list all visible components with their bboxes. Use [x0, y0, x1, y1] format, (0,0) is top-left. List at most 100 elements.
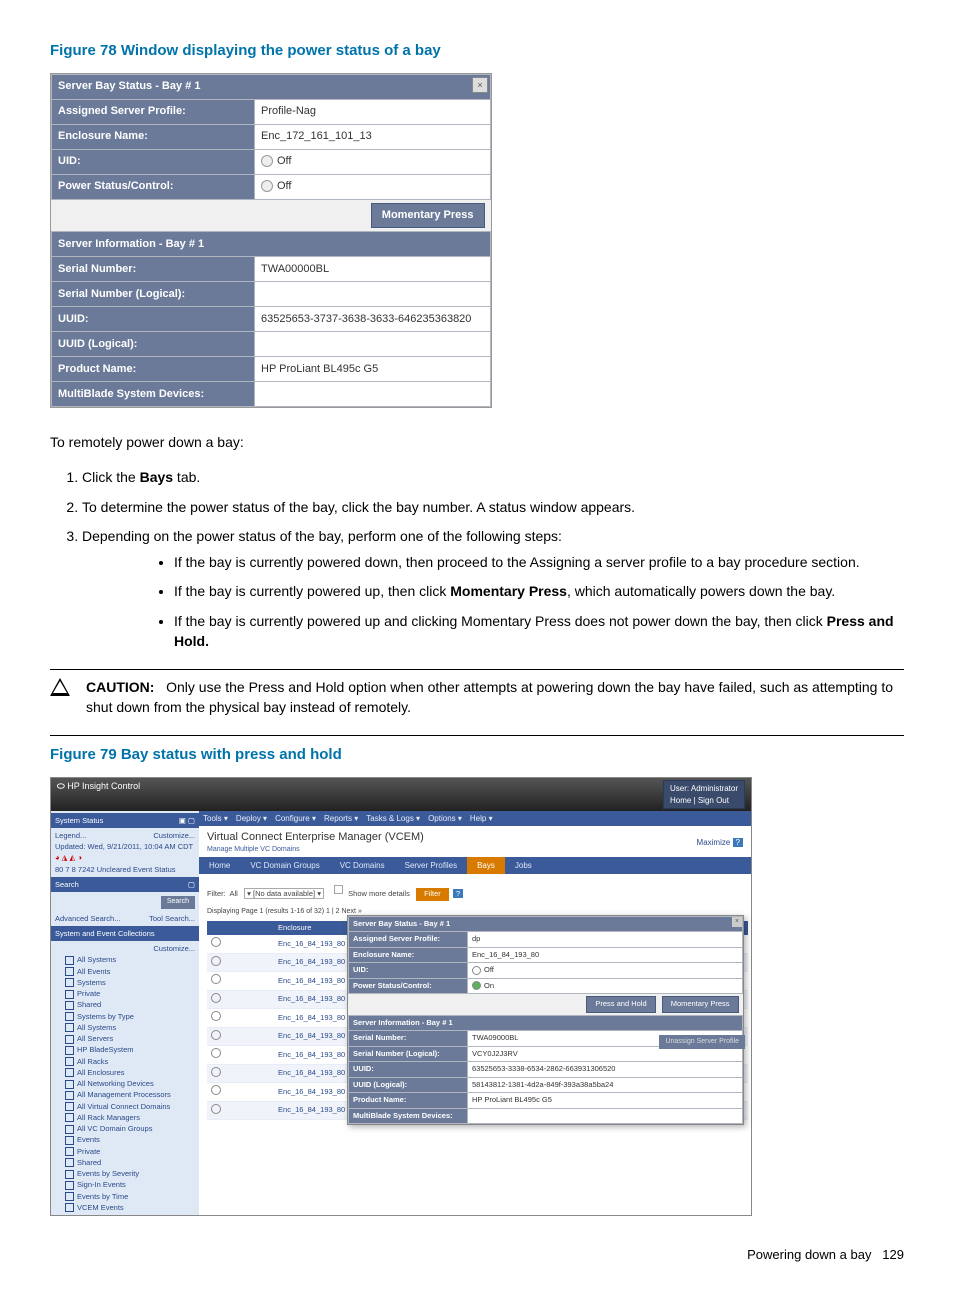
tab-server-profiles[interactable]: Server Profiles — [395, 857, 467, 874]
serial-logical-label: Serial Number (Logical): — [52, 282, 255, 307]
unassign-server-profile-button[interactable]: Unassign Server Profile — [659, 1035, 745, 1049]
filter-button[interactable]: Filter — [416, 888, 449, 901]
tab-vc-domain-groups[interactable]: VC Domain Groups — [240, 857, 329, 874]
tree-item[interactable]: Private — [55, 1146, 195, 1157]
assigned-profile-label: Assigned Server Profile: — [52, 100, 255, 125]
column-header[interactable] — [253, 921, 274, 936]
show-more-checkbox[interactable] — [334, 885, 343, 894]
menu-item[interactable]: Reports ▾ — [324, 814, 358, 823]
power-value[interactable]: Off — [255, 175, 491, 200]
tree-item[interactable]: All Systems — [55, 1022, 195, 1033]
radio-icon[interactable] — [211, 974, 221, 984]
tree-item[interactable]: HP BladeSystem — [55, 1044, 195, 1055]
radio-icon[interactable] — [211, 1067, 221, 1077]
figure-79-window: ⬭ HP Insight Control User: Administrator… — [50, 777, 752, 1216]
hp-logo-icon: ⬭ — [57, 780, 65, 793]
main-content: Tools ▾ Deploy ▾ Configure ▾ Reports ▾ Tasks… — [199, 811, 751, 1216]
menubar[interactable]: Tools ▾ Deploy ▾ Configure ▾ Reports ▾ Tasks… — [199, 811, 751, 826]
maximize-link[interactable]: Maximize — [697, 838, 731, 847]
tree-item[interactable]: All Events — [55, 966, 195, 977]
radio-icon[interactable] — [211, 937, 221, 947]
tree-item[interactable]: Systems by Type — [55, 1011, 195, 1022]
multiblade-label: MultiBlade System Devices: — [52, 382, 255, 407]
radio-icon[interactable] — [211, 956, 221, 966]
divider — [50, 735, 904, 736]
search-button[interactable]: Search — [161, 896, 195, 909]
multiblade-value — [255, 382, 491, 407]
titlebar: ⬭ HP Insight Control User: Administrator… — [51, 778, 751, 810]
assigned-profile-value: Profile-Nag — [255, 100, 491, 125]
menu-item[interactable]: Tasks & Logs ▾ — [366, 814, 420, 823]
tree-item[interactable]: All Racks — [55, 1056, 195, 1067]
search-header: Search▢ — [51, 877, 199, 892]
menu-item[interactable]: Configure ▾ — [275, 814, 316, 823]
tree-item[interactable]: All Enclosures — [55, 1067, 195, 1078]
close-icon[interactable]: × — [732, 917, 742, 927]
menu-item[interactable]: Help ▾ — [470, 814, 493, 823]
tree-item[interactable]: All Virtual Connect Domains — [55, 1101, 195, 1112]
procedure-steps: Click the Bays tab. To determine the pow… — [82, 468, 904, 651]
filter-bar: Filter: All ▾ [No data available] ▾ Show… — [199, 874, 751, 907]
tree-item[interactable]: Shared — [55, 1157, 195, 1168]
radio-icon[interactable] — [211, 1085, 221, 1095]
serial-value: TWA00000BL — [255, 257, 491, 282]
divider — [50, 669, 904, 670]
tab-bays[interactable]: Bays — [467, 857, 505, 874]
system-status-header: System Status▣ ▢ — [51, 813, 199, 828]
radio-icon — [261, 180, 273, 192]
figure-79-title: Figure 79 Bay status with press and hold — [50, 744, 904, 765]
help-icon[interactable]: ? — [453, 889, 463, 898]
page-subtitle: Manage Multiple VC Domains — [207, 845, 424, 855]
tree-item[interactable]: Private — [55, 988, 195, 999]
power-label: Power Status/Control: — [52, 175, 255, 200]
user-box[interactable]: User: AdministratorHome | Sign Out — [663, 780, 745, 808]
menu-item[interactable]: Tools ▾ — [203, 814, 228, 823]
radio-icon[interactable] — [211, 1104, 221, 1114]
collections-header: System and Event Collections — [51, 926, 199, 941]
tab-vc-domains[interactable]: VC Domains — [330, 857, 395, 874]
tree-item[interactable]: Systems — [55, 977, 195, 988]
uid-value[interactable]: Off — [255, 150, 491, 175]
column-header[interactable] — [207, 921, 253, 936]
tree-item[interactable]: Sign-In Events — [55, 1179, 195, 1190]
tree-item[interactable]: Events by Severity — [55, 1168, 195, 1179]
menu-item[interactable]: Options ▾ — [428, 814, 462, 823]
press-and-hold-button[interactable]: Press and Hold — [586, 996, 655, 1013]
enclosure-value: Enc_172_161_101_13 — [255, 125, 491, 150]
uid-label: UID: — [52, 150, 255, 175]
led-on-icon — [472, 981, 481, 990]
tree-item[interactable]: All Rack Managers — [55, 1112, 195, 1123]
tree-item[interactable]: All Servers — [55, 1033, 195, 1044]
radio-icon[interactable] — [211, 1030, 221, 1040]
uuid-logical-value — [255, 332, 491, 357]
help-icon[interactable]: ? — [733, 838, 743, 847]
led-icon — [472, 966, 481, 975]
close-icon[interactable]: × — [472, 77, 488, 93]
tree-item[interactable]: Events — [55, 1134, 195, 1145]
tree-item[interactable]: All Systems — [55, 954, 195, 965]
radio-icon — [261, 155, 273, 167]
tree-item[interactable]: All Management Processors — [55, 1089, 195, 1100]
procedure-intro: To remotely power down a bay: — [50, 433, 904, 453]
page-title: Virtual Connect Enterprise Manager (VCEM… — [207, 830, 424, 845]
radio-icon[interactable] — [211, 993, 221, 1003]
uuid-logical-label: UUID (Logical): — [52, 332, 255, 357]
menu-item[interactable]: Deploy ▾ — [236, 814, 267, 823]
tree-item[interactable]: Shared — [55, 999, 195, 1010]
radio-icon[interactable] — [211, 1011, 221, 1021]
tab-jobs[interactable]: Jobs — [505, 857, 542, 874]
tree-item[interactable]: All Networking Devices — [55, 1078, 195, 1089]
tab-home[interactable]: Home — [199, 857, 240, 874]
tree-item[interactable]: Events by Time — [55, 1191, 195, 1202]
caution-icon — [50, 678, 70, 696]
tabs[interactable]: HomeVC Domain GroupsVC DomainsServer Pro… — [199, 857, 751, 874]
server-info-header: Server Information - Bay # 1 — [52, 232, 491, 257]
product-label: Product Name: — [52, 357, 255, 382]
tree-item[interactable]: VCEM Events — [55, 1202, 195, 1213]
radio-icon[interactable] — [211, 1048, 221, 1058]
momentary-press-button[interactable]: Momentary Press — [371, 203, 485, 228]
figure-78-window: × Server Bay Status - Bay # 1 Assigned S… — [50, 73, 492, 408]
momentary-press-button[interactable]: Momentary Press — [662, 996, 739, 1013]
serial-logical-value — [255, 282, 491, 307]
tree-item[interactable]: All VC Domain Groups — [55, 1123, 195, 1134]
